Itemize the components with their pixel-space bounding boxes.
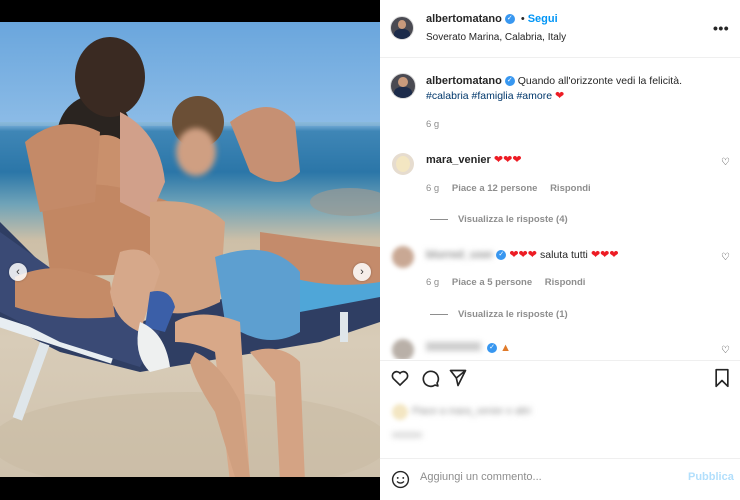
share-paper-plane-icon[interactable] (448, 368, 468, 388)
comment-time: 6 g (426, 183, 440, 194)
verified-badge-icon: ✓ (496, 250, 507, 261)
comment-avatar-blurred[interactable] (392, 339, 414, 359)
comment-likes[interactable]: Piace a 12 persone (452, 183, 538, 194)
liker-avatar (392, 404, 408, 420)
chevron-right-icon: › (360, 266, 364, 278)
caption-text: Quando all'orizzonte vedi la felicità. (517, 75, 682, 87)
comment-meta: 6 g Piace a 12 persone Rispondi (426, 183, 591, 194)
emoji-icon: ▲ (500, 342, 512, 354)
caption-username[interactable]: albertomatano (426, 75, 502, 87)
verified-badge-icon: ✓ (487, 343, 498, 354)
caption: albertomatano ✓ Quando all'orizzonte vedi… (426, 74, 726, 130)
comment-2: blurred_user ✓ ❤❤❤ saluta tutti ❤❤❤ (426, 248, 619, 263)
likes-text-blurred[interactable]: Piace a mara_venier e altri (412, 406, 531, 417)
comment-username[interactable]: mara_venier (426, 154, 491, 166)
caption-time: 6 g (426, 119, 440, 130)
reply-button[interactable]: Rispondi (545, 277, 586, 288)
heart-emojis: ❤❤❤ (590, 249, 619, 261)
post-details-panel: albertomatano ✓ • Segui Soverato Marina, C… (380, 0, 740, 500)
comment-text: ❤❤❤ (493, 154, 522, 166)
beach-family-photo (0, 37, 380, 477)
next-photo-button[interactable]: › (353, 263, 371, 281)
comment-likes[interactable]: Piace a 5 persone (452, 277, 532, 288)
comment-bubble-icon[interactable] (420, 368, 440, 388)
like-comment-icon[interactable]: ♡ (721, 345, 730, 356)
comment-1: mara_venier ❤❤❤ (426, 153, 522, 166)
chevron-left-icon: ‹ (16, 266, 20, 278)
comment-avatar-blurred[interactable] (392, 246, 414, 268)
post-photo[interactable]: ‹ › (0, 22, 380, 477)
post-header: albertomatano ✓ • Segui Soverato Marina, C… (380, 0, 740, 58)
comment-input[interactable]: Aggiungi un commento... (420, 471, 542, 483)
emoji-smiley-icon[interactable] (391, 470, 410, 489)
caption-hashtags[interactable]: #calabria #famiglia #amore (426, 90, 552, 102)
like-comment-icon[interactable]: ♡ (721, 157, 730, 168)
bottom-black-bar (0, 477, 380, 500)
author-line: albertomatano ✓ • Segui (426, 13, 558, 25)
more-options-icon[interactable]: ••• (713, 20, 729, 36)
follow-button[interactable]: Segui (528, 13, 558, 25)
previous-photo-button[interactable]: ‹ (9, 263, 27, 281)
comment-time: 6 g (426, 277, 440, 288)
author-username[interactable]: albertomatano (426, 13, 502, 25)
post-actions (380, 360, 740, 400)
verified-badge-icon: ✓ (504, 76, 515, 87)
post-date-blurred (392, 432, 422, 438)
save-bookmark-icon[interactable] (713, 368, 731, 388)
view-replies-link[interactable]: Visualizza le risposte (4) (430, 213, 568, 225)
like-comment-icon[interactable]: ♡ (721, 252, 730, 263)
reply-button[interactable]: Rispondi (550, 183, 591, 194)
likes-summary: Piace a mara_venier e altri (380, 396, 740, 446)
post-location[interactable]: Soverato Marina, Calabria, Italy (426, 32, 566, 43)
comment-meta: 6 g Piace a 5 persone Rispondi (426, 277, 585, 288)
publish-button[interactable]: Pubblica (688, 471, 734, 483)
comments-section: albertomatano ✓ Quando all'orizzonte vedi… (380, 59, 740, 359)
heart-emojis: ❤❤❤ (509, 249, 537, 261)
verified-badge-icon: ✓ (504, 14, 515, 25)
author-avatar[interactable] (390, 16, 414, 40)
like-heart-icon[interactable] (390, 368, 410, 388)
comment-text: saluta tutti (540, 249, 588, 261)
caption-avatar[interactable] (390, 73, 416, 99)
comment-username-blurred[interactable]: blurred_user (426, 249, 493, 261)
separator-dot: • (520, 13, 525, 25)
instagram-post-viewer: ‹ › albertomatano ✓ • Segui Soverato Marin… (0, 0, 740, 500)
heart-emoji: ❤ (555, 90, 565, 102)
comment-3-partial: ✓ ▲ (426, 342, 511, 354)
comment-avatar[interactable] (392, 153, 414, 175)
view-replies-link[interactable]: Visualizza le risposte (1) (430, 308, 568, 320)
add-comment-bar: Aggiungi un commento... Pubblica (380, 458, 740, 500)
